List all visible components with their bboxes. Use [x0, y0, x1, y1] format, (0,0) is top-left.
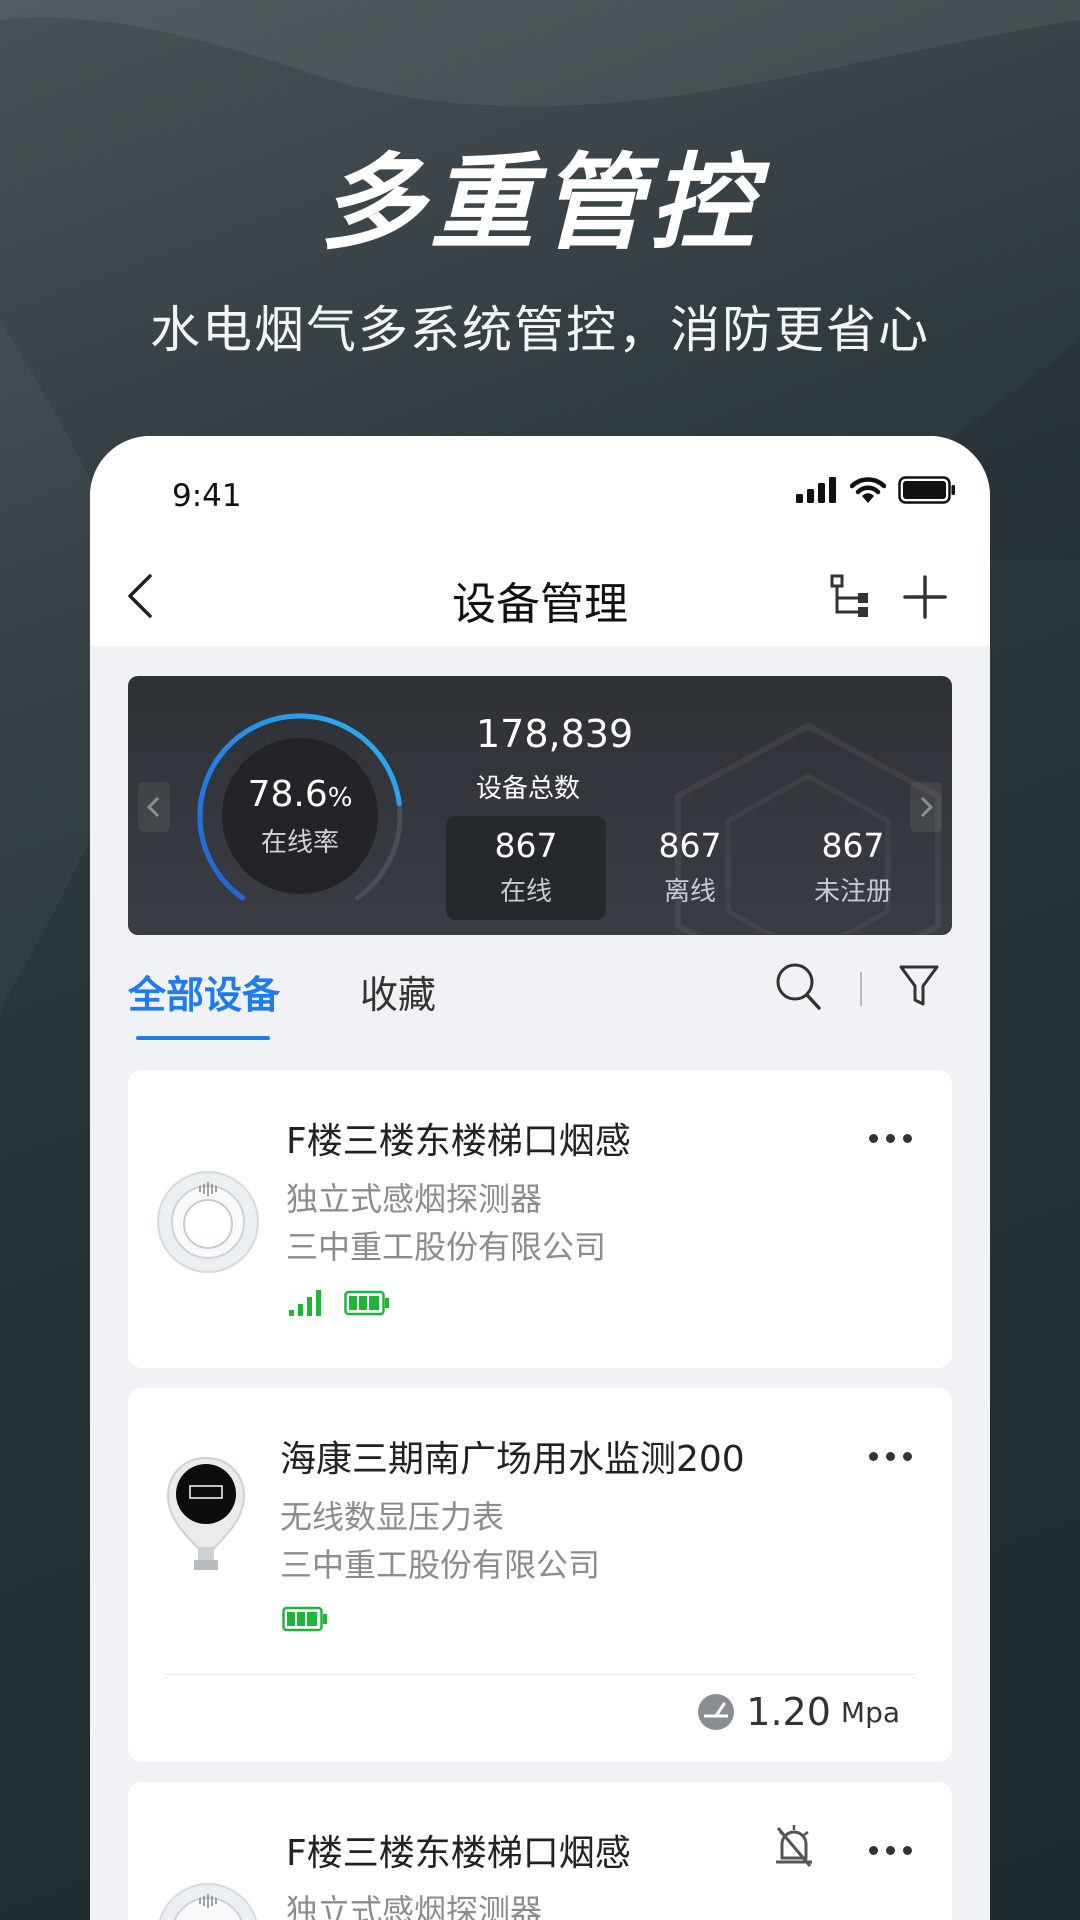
stat-online-label: 在线 [499, 877, 552, 907]
hero-subtitle: 水电烟气多系统管控，消防更省心 [150, 301, 930, 359]
online-rate-label: 在线率 [260, 828, 339, 858]
device-company: 三中重工股份有限公司 [280, 1546, 601, 1584]
total-devices-value: 178,839 [476, 712, 634, 756]
device-name: 海康三期南广场用水监测200 [280, 1439, 745, 1480]
status-icons [796, 476, 956, 504]
stat-offline-label: 离线 [663, 877, 716, 907]
device-type: 独立式感烟探测器 [286, 1180, 543, 1218]
plus-icon[interactable] [902, 574, 948, 620]
stat-offline-value: 867 [658, 826, 722, 865]
pressure-gauge-icon [166, 1456, 246, 1570]
device-company: 三中重工股份有限公司 [286, 1228, 607, 1266]
more-options-icon[interactable] [869, 1846, 912, 1855]
active-tab-indicator [136, 1036, 270, 1040]
total-devices-label: 设备总数 [476, 774, 581, 804]
stat-online-value: 867 [494, 826, 558, 865]
battery-icon [282, 1606, 327, 1632]
online-rate-unit: % [327, 783, 353, 813]
device-card[interactable]: F楼三楼东楼梯口烟感 独立式感烟探测器 三中重工股份有限公司 [128, 1070, 952, 1368]
stat-unregistered-value: 867 [821, 826, 885, 865]
device-name: F楼三楼东楼梯口烟感 [286, 1833, 631, 1874]
tab-all-devices[interactable]: 全部设备 [128, 964, 280, 1019]
device-type: 独立式感烟探测器 [286, 1892, 543, 1920]
battery-icon [344, 1290, 389, 1316]
pressure-reading: 1.20 Mpa [696, 1690, 900, 1734]
status-time: 9:41 [172, 478, 242, 514]
online-rate-value: 78.6% [190, 774, 410, 815]
device-card[interactable]: 海康三期南广场用水监测200 无线数显压力表 三中重工股份有限公司 1.20 Mp… [128, 1388, 952, 1762]
battery-icon [898, 476, 955, 504]
cellular-signal-icon [796, 477, 836, 503]
wifi-icon [850, 477, 886, 503]
toolbar-divider [860, 972, 862, 1006]
device-card[interactable]: F楼三楼东楼梯口烟感 独立式感烟探测器 [128, 1782, 952, 1920]
stat-offline[interactable]: 867 离线 [610, 816, 770, 920]
pressure-unit: Mpa [840, 1695, 900, 1729]
smoke-detector-icon [158, 1883, 258, 1920]
search-icon[interactable] [774, 960, 822, 1012]
stats-prev-button[interactable] [138, 782, 170, 832]
more-options-icon[interactable] [869, 1452, 912, 1461]
tree-structure-icon[interactable] [830, 574, 870, 618]
smoke-detector-icon [157, 1171, 259, 1273]
phone-screen: 9:41 设备管理 78.6% 在线率 178,839 设备总数 867 在线 … [90, 436, 990, 1920]
alarm-muted-icon[interactable] [772, 1822, 816, 1870]
pressure-value: 1.20 [746, 1690, 831, 1734]
device-type: 无线数显压力表 [280, 1498, 505, 1536]
tab-favorites[interactable]: 收藏 [360, 964, 436, 1019]
stat-online[interactable]: 867 在线 [446, 816, 606, 920]
hero-title: 多重管控 [319, 142, 760, 264]
stat-unregistered-label: 未注册 [813, 877, 892, 907]
gauge-icon [698, 1694, 735, 1730]
more-options-icon[interactable] [869, 1134, 912, 1143]
stat-unregistered[interactable]: 867 未注册 [773, 816, 933, 920]
device-name: F楼三楼东楼梯口烟感 [286, 1121, 631, 1162]
online-rate-gauge [197, 713, 403, 901]
filter-icon[interactable] [898, 962, 940, 1010]
signal-strength-icon [289, 1290, 321, 1316]
online-rate-number: 78.6 [247, 774, 328, 815]
chevron-left-icon [146, 796, 160, 818]
card-divider [166, 1674, 914, 1675]
stats-panel: 78.6% 在线率 178,839 设备总数 867 在线 867 离线 867… [128, 676, 952, 935]
